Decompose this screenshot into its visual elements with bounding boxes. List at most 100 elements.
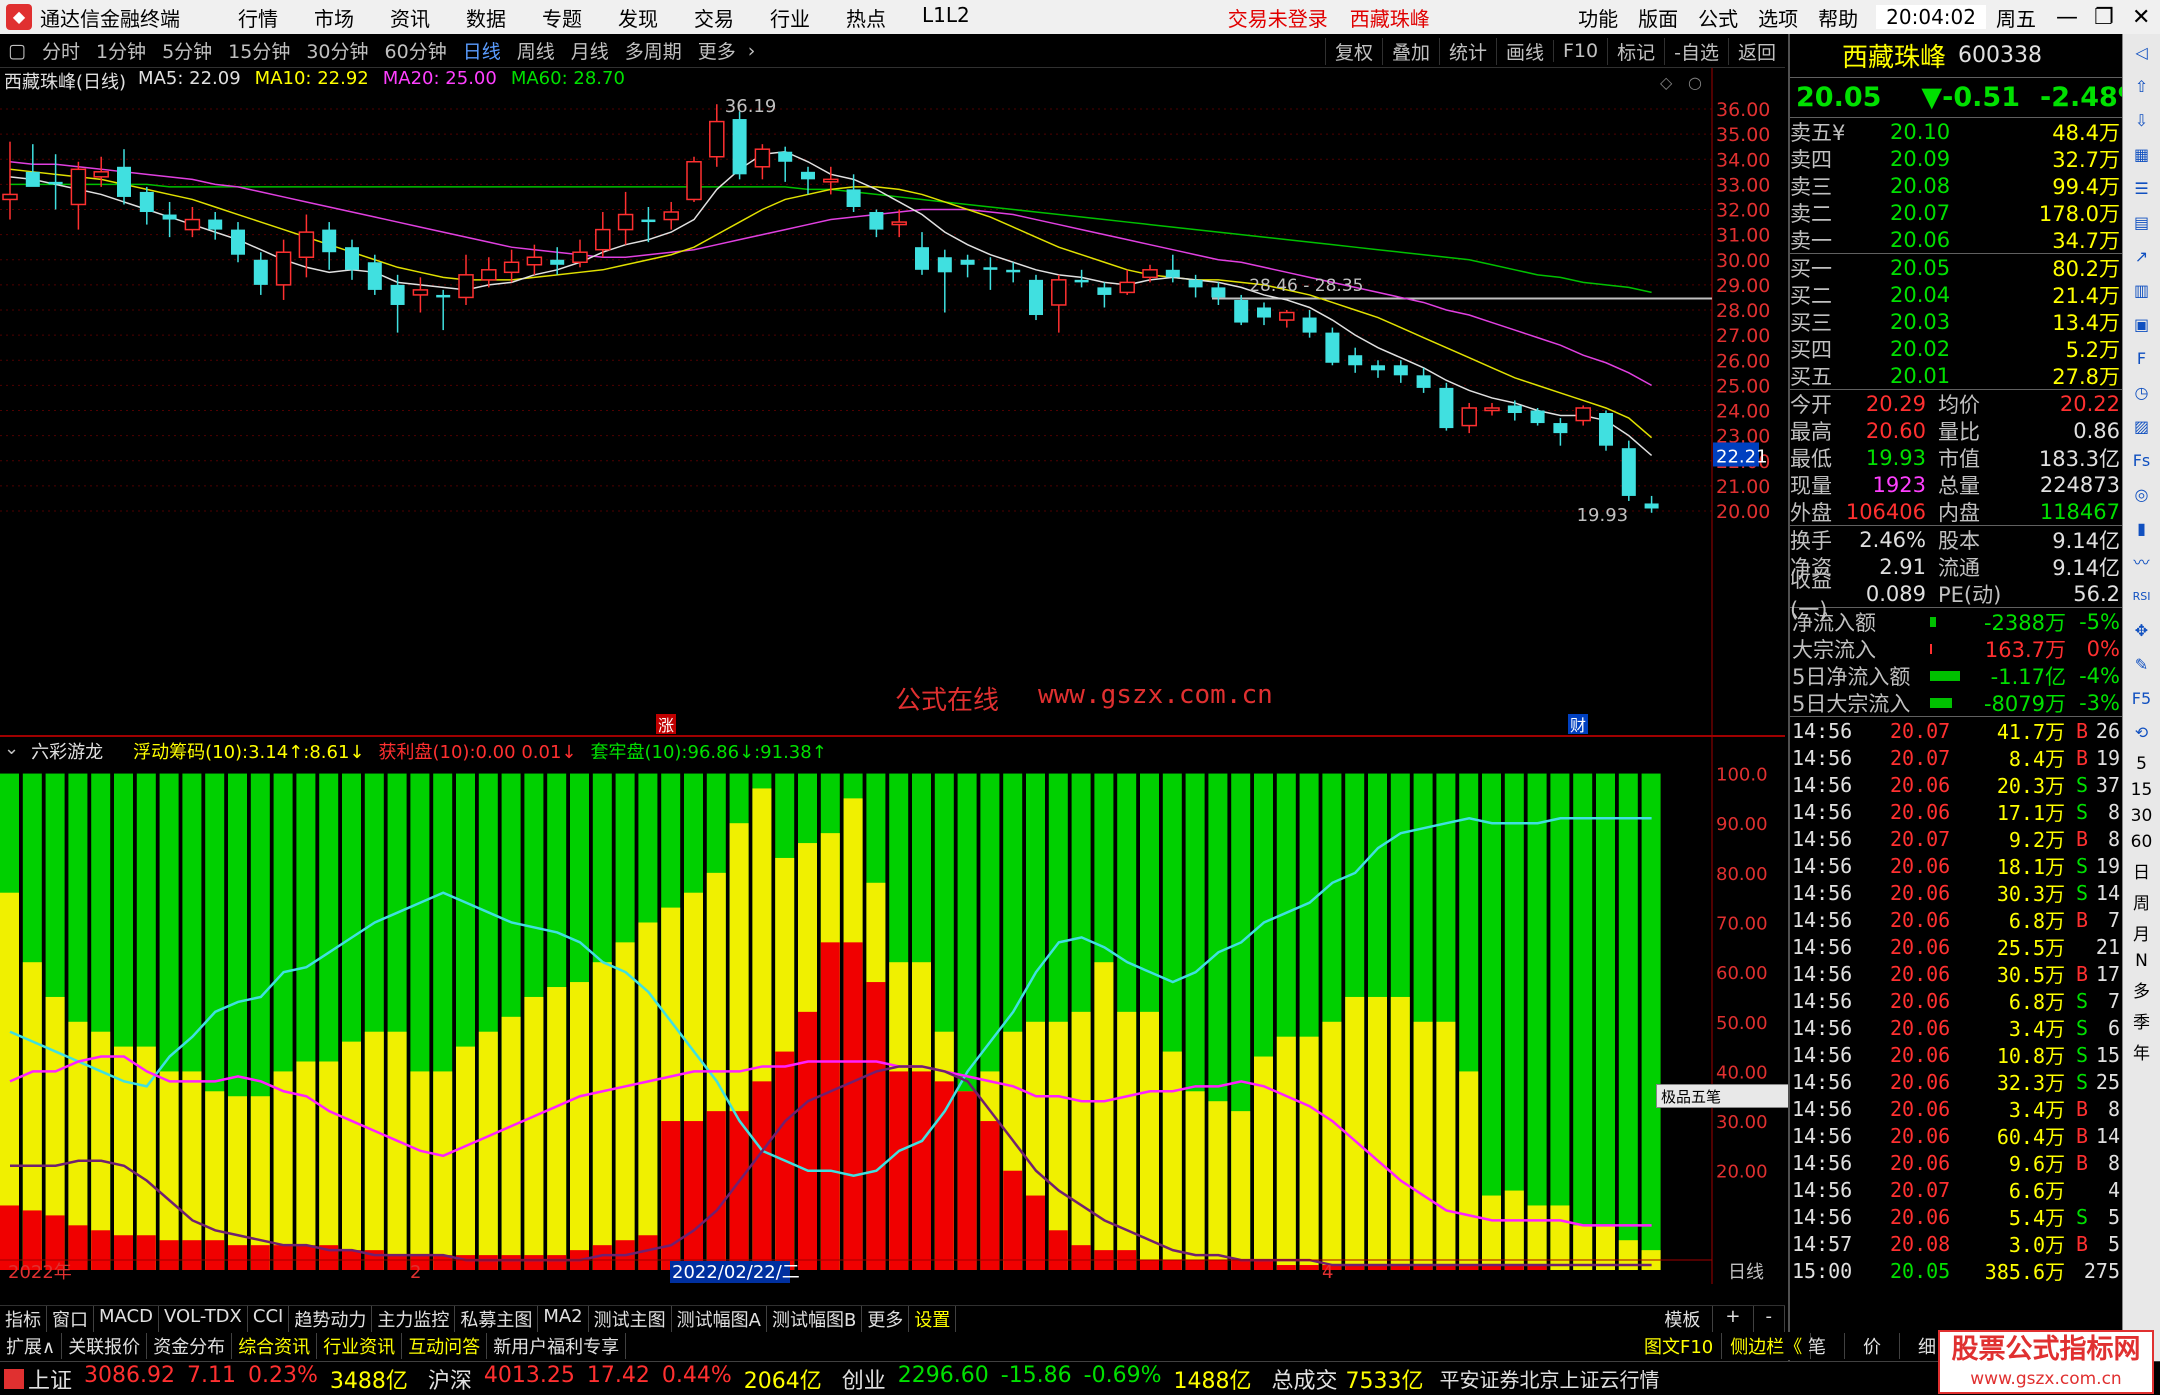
menu-item[interactable]: L1L2	[904, 3, 988, 32]
table-icon[interactable]: ▤	[2127, 208, 2157, 238]
pen-icon[interactable]: ✎	[2127, 650, 2157, 680]
sidebar-period-num[interactable]: 30	[2127, 806, 2157, 826]
more-chevron-icon[interactable]: ›	[744, 40, 760, 62]
candle-icon[interactable]: ▥	[2127, 276, 2157, 306]
right-menu-item[interactable]: 帮助	[1808, 3, 1868, 32]
menu-item[interactable]: 数据	[448, 3, 524, 32]
period-tab[interactable]: 60分钟	[377, 37, 455, 64]
book-row[interactable]: 买四 20.02 5.2万	[1790, 335, 2122, 362]
info-tab[interactable]: 行业资讯	[317, 1333, 403, 1359]
menu-item[interactable]: 行情	[220, 3, 296, 32]
period-tab[interactable]: 15分钟	[220, 37, 298, 64]
sidebar-period-text[interactable]: N	[2127, 951, 2157, 971]
sidebar-period-text[interactable]: 月	[2127, 920, 2157, 945]
sidebar-period-num[interactable]: 15	[2127, 780, 2157, 800]
indicator-tab[interactable]: 设置	[909, 1306, 957, 1332]
tick-list[interactable]: 14:56 20.07 41.7万 B 26 14:56 20.07 8.4万 B 19 14:56…	[1790, 717, 2122, 1285]
line-chart-icon[interactable]: ↗	[2127, 242, 2157, 272]
indicator-tab[interactable]: CCI	[248, 1306, 290, 1332]
trade-login-status[interactable]: 交易未登录	[1228, 3, 1328, 32]
indicator-tab[interactable]: 窗口	[47, 1306, 94, 1332]
chart-tool-button[interactable]: 标记	[1607, 37, 1664, 65]
sidebar-period-num[interactable]: 5	[2127, 754, 2157, 774]
period-tab[interactable]: 更多	[690, 37, 744, 64]
candlestick-chart[interactable]: 西藏珠峰(日线) MA5: 22.09 MA10: 22.92 MA20: 25.0…	[0, 68, 1785, 738]
period-tab[interactable]: 30分钟	[298, 37, 376, 64]
close-icon[interactable]: ✕	[2122, 5, 2160, 30]
move-icon[interactable]: ✥	[2127, 616, 2157, 646]
sidebar-period-text[interactable]: 年	[2127, 1039, 2157, 1064]
chart-tool-button[interactable]: 复权	[1324, 37, 1382, 65]
indicator-tab[interactable]: MA2	[538, 1306, 589, 1332]
info-tab[interactable]: 扩展∧	[0, 1333, 63, 1359]
menu-item[interactable]: 市场	[296, 3, 372, 32]
indicator-tab[interactable]: MACD	[94, 1306, 159, 1332]
quote-view-tab[interactable]: 价	[1845, 1333, 1900, 1359]
period-tab[interactable]: 1分钟	[88, 37, 154, 64]
period-tab[interactable]: 多周期	[617, 37, 690, 64]
sidebar-period-text[interactable]: 周	[2127, 889, 2157, 914]
minimize-icon[interactable]: —	[2046, 5, 2084, 30]
indicator-tab[interactable]: 更多	[862, 1306, 910, 1332]
chart-icon[interactable]: ▨	[2127, 412, 2157, 442]
book-row[interactable]: 卖二 20.07 178.0万	[1790, 199, 2122, 226]
indicator-tab[interactable]: 测试幅图B	[767, 1306, 863, 1332]
indicator-tab[interactable]: 测试主图	[589, 1306, 672, 1332]
info-tab[interactable]: 关联报价	[62, 1333, 148, 1359]
info-tab[interactable]: 新用户福利专享	[487, 1333, 627, 1359]
sidebar-period-num[interactable]: 60	[2127, 832, 2157, 852]
menu-item[interactable]: 发现	[600, 3, 676, 32]
indicator-collapse-icon[interactable]: ⌄	[4, 738, 19, 764]
book-row[interactable]: 卖四 20.09 32.7万	[1790, 145, 2122, 172]
f10-icon[interactable]: F	[2127, 344, 2157, 374]
vol-icon[interactable]: ▮	[2127, 514, 2157, 544]
chart-tool-button[interactable]: 画线	[1495, 37, 1553, 65]
book-row[interactable]: 买三 20.03 13.4万	[1790, 308, 2122, 335]
chart-tool-button[interactable]: 统计	[1438, 37, 1496, 65]
period-tab[interactable]: 5分钟	[154, 37, 220, 64]
clock-icon[interactable]: ◷	[2127, 378, 2157, 408]
index-quote[interactable]: 上证 3086.92 7.11 0.23% 3488亿	[28, 1363, 408, 1395]
down-icon[interactable]: ⇩	[2127, 106, 2157, 136]
period-tab[interactable]: 日线	[455, 37, 509, 64]
panel-toggle-icon[interactable]: ▢	[0, 40, 34, 62]
period-tab[interactable]: 周线	[509, 37, 563, 64]
indicator-tab[interactable]: 指标	[0, 1306, 47, 1332]
right-menu-item[interactable]: 版面	[1628, 3, 1688, 32]
index-quote[interactable]: 沪深 4013.25 17.42 0.44% 2064亿	[428, 1363, 822, 1395]
restore-icon[interactable]: ❐	[2084, 5, 2122, 30]
window-icon[interactable]: ▣	[2127, 310, 2157, 340]
menu-item[interactable]: 热点	[828, 3, 904, 32]
grid-icon[interactable]: ▦	[2127, 140, 2157, 170]
indicator-tab[interactable]: 私募主图	[455, 1306, 539, 1332]
book-row[interactable]: 买二 20.04 21.4万	[1790, 281, 2122, 308]
indicator-svg[interactable]: 100.0 90.00 80.00 70.00 60.00 50.00 40.00 30.00…	[0, 738, 1785, 1284]
indicator-tab[interactable]: 主力监控	[372, 1306, 456, 1332]
up-icon[interactable]: ⇧	[2127, 72, 2157, 102]
collapse-icon[interactable]: ◁	[2127, 38, 2157, 68]
book-row[interactable]: 买一 20.05 80.2万	[1790, 254, 2122, 281]
rsi-icon[interactable]: RSI	[2127, 582, 2157, 612]
chart-tool-button[interactable]: 叠加	[1381, 37, 1439, 65]
info-tab[interactable]: 资金分布	[147, 1333, 233, 1359]
book-row[interactable]: 卖一 20.06 34.7万	[1790, 226, 2122, 253]
period-tab[interactable]: 月线	[563, 37, 617, 64]
sidebar-period-text[interactable]: 多	[2127, 977, 2157, 1002]
candle-svg[interactable]: 36.00 35.00 34.00 33.00 32.00 31.00 30.00 29.00…	[0, 68, 1785, 738]
history-icon[interactable]: ⟲	[2127, 718, 2157, 748]
macd-icon[interactable]: 〰	[2127, 548, 2157, 578]
book-row[interactable]: 卖三 20.08 99.4万	[1790, 172, 2122, 199]
fs-icon[interactable]: Fs	[2127, 446, 2157, 476]
sidebar-period-text[interactable]: 季	[2127, 1008, 2157, 1033]
chart-tool-button[interactable]: 返回	[1727, 37, 1785, 65]
template-button[interactable]: +	[1713, 1306, 1754, 1332]
quote-view-tab[interactable]: 笔	[1790, 1333, 1845, 1359]
menu-item[interactable]: 行业	[752, 3, 828, 32]
menu-item[interactable]: 专题	[524, 3, 600, 32]
chart-tool-button[interactable]: -自选	[1664, 37, 1728, 65]
target-icon[interactable]: ◎	[2127, 480, 2157, 510]
indicator-tab[interactable]: VOL-TDX	[159, 1306, 248, 1332]
list-icon[interactable]: ☰	[2127, 174, 2157, 204]
period-tab[interactable]: 分时	[34, 37, 88, 64]
right-menu-item[interactable]: 选项	[1748, 3, 1808, 32]
